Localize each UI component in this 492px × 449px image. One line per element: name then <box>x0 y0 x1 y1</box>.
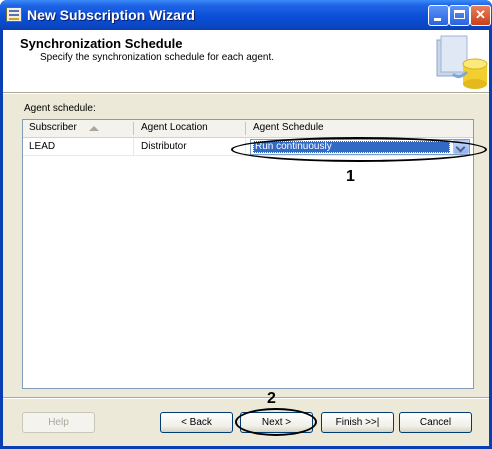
page-subtitle: Specify the synchronization schedule for… <box>40 52 275 63</box>
back-button[interactable]: < Back <box>160 412 233 433</box>
column-header-subscriber[interactable]: Subscriber <box>29 122 77 133</box>
cell-divider <box>133 138 134 156</box>
window-title: New Subscription Wizard <box>27 7 195 23</box>
wizard-header: Synchronization Schedule Specify the syn… <box>3 30 489 92</box>
wizard-app-icon <box>6 7 22 22</box>
sort-ascending-icon <box>89 126 99 131</box>
column-divider[interactable] <box>133 122 134 135</box>
wizard-window: New Subscription Wizard ✕ Synchronizatio… <box>0 0 492 449</box>
finish-button[interactable]: Finish >>| <box>321 412 394 433</box>
callout-number-1: 1 <box>346 168 355 185</box>
wizard-content: Agent schedule: Subscriber Agent Locatio… <box>3 94 489 446</box>
button-row-divider <box>3 397 489 399</box>
close-icon: ✕ <box>475 7 486 22</box>
title-bar[interactable]: New Subscription Wizard ✕ <box>0 0 492 30</box>
column-divider[interactable] <box>245 122 246 135</box>
maximize-button[interactable] <box>449 5 470 26</box>
close-button[interactable]: ✕ <box>470 5 491 26</box>
help-button[interactable]: Help <box>22 412 95 433</box>
column-header-agent-location[interactable]: Agent Location <box>141 122 208 133</box>
cell-subscriber: LEAD <box>29 141 56 152</box>
column-header-agent-schedule[interactable]: Agent Schedule <box>253 122 324 133</box>
agent-schedule-label: Agent schedule: <box>24 103 96 114</box>
grid-header: Subscriber Agent Location Agent Schedule <box>23 120 473 138</box>
database-wizard-icon <box>436 35 488 89</box>
callout-number-2: 2 <box>267 390 276 407</box>
cell-agent-location: Distributor <box>141 141 187 152</box>
callout-oval-dropdown <box>231 137 487 162</box>
page-title: Synchronization Schedule <box>20 36 183 51</box>
callout-oval-next <box>235 408 317 436</box>
cancel-button[interactable]: Cancel <box>399 412 472 433</box>
minimize-button[interactable] <box>428 5 449 26</box>
